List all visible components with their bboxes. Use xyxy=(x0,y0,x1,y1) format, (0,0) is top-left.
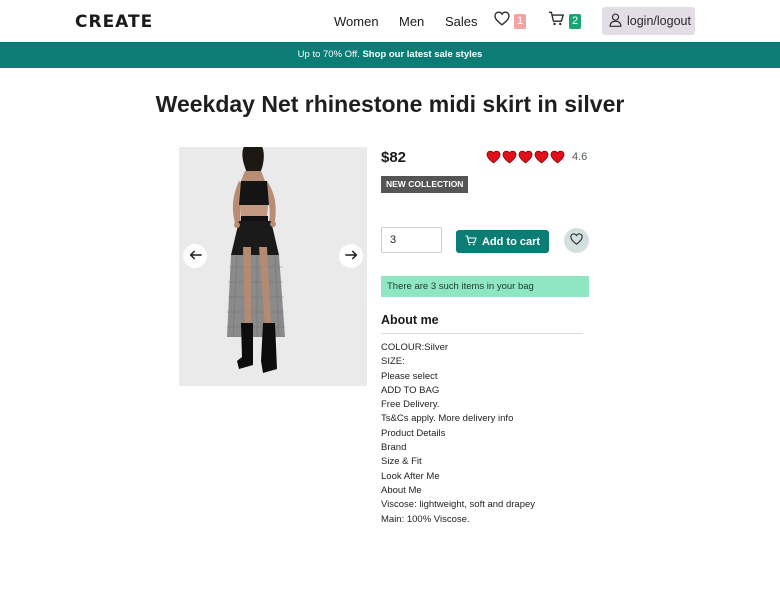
heart-icon xyxy=(494,11,510,31)
heart-icon xyxy=(570,232,583,250)
about-line: Main: 100% Viscose. xyxy=(381,513,470,525)
add-to-cart-button[interactable]: Add to cart xyxy=(456,230,549,253)
promo-text: Up to 70% Off. xyxy=(297,49,360,60)
cart-button[interactable]: 2 xyxy=(548,11,581,31)
login-label: login/logout xyxy=(627,14,691,28)
about-divider xyxy=(381,333,583,334)
about-line: SIZE: xyxy=(381,356,405,368)
rating-value: 4.6 xyxy=(572,151,588,163)
about-line: About Me xyxy=(381,484,422,496)
about-line: Free Delivery. xyxy=(381,399,440,411)
collection-badge: NEW COLLECTION xyxy=(381,176,469,193)
site-header: CREATE Women Men Sales 1 2 login/logout xyxy=(0,0,780,42)
promo-banner: Up to 70% Off. Shop our latest sale styl… xyxy=(0,42,780,68)
rating-heart-icon xyxy=(550,150,566,169)
about-line: ADD TO BAG xyxy=(381,384,440,396)
about-line: Viscose: lightweight, soft and drapey xyxy=(381,499,536,511)
about-heading: About me xyxy=(381,313,439,327)
cart-icon xyxy=(548,11,565,31)
rating-heart-icon xyxy=(486,150,502,169)
wishlist-count-badge: 1 xyxy=(514,13,526,29)
about-line: Look After Me xyxy=(381,470,440,482)
rating-heart-icon xyxy=(534,150,550,169)
nav-sales[interactable]: Sales xyxy=(445,14,478,29)
logo[interactable]: CREATE xyxy=(75,12,153,32)
cart-count-badge: 2 xyxy=(569,13,581,29)
about-line: COLOUR:Silver xyxy=(381,342,449,353)
product-image-carousel xyxy=(179,147,367,386)
login-logout-button[interactable]: login/logout xyxy=(602,7,695,35)
carousel-next-button[interactable] xyxy=(339,244,363,268)
about-line: Ts&Cs apply. More delivery info xyxy=(381,413,514,425)
rating-hearts xyxy=(486,150,566,169)
promo-link[interactable]: Shop our latest sale styles xyxy=(362,49,482,60)
nav-women[interactable]: Women xyxy=(334,14,379,29)
about-line: Product Details xyxy=(381,427,446,439)
about-line: Please select xyxy=(381,370,438,382)
cart-icon xyxy=(465,234,482,249)
product-image xyxy=(179,147,367,386)
quantity-input[interactable] xyxy=(381,227,442,253)
about-line: Brand xyxy=(381,442,407,454)
favorite-button[interactable] xyxy=(564,228,589,253)
about-details-list: COLOUR:Silver SIZE: Please select ADD TO BA… xyxy=(381,341,535,527)
rating-heart-icon xyxy=(518,150,534,169)
nav-men[interactable]: Men xyxy=(399,14,424,29)
product-title: Weekday Net rhinestone midi skirt in sil… xyxy=(155,91,625,117)
carousel-prev-button[interactable] xyxy=(183,244,207,268)
product-price: $82 xyxy=(381,149,407,166)
bag-quantity-notice: There are 3 such items in your bag xyxy=(381,276,589,297)
about-line: Size & Fit xyxy=(381,456,422,468)
arrow-left-icon xyxy=(189,247,202,265)
user-icon xyxy=(609,13,627,30)
wishlist-button[interactable]: 1 xyxy=(494,11,526,31)
arrow-right-icon xyxy=(344,247,358,265)
rating-heart-icon xyxy=(502,150,518,169)
add-to-cart-label: Add to cart xyxy=(481,235,541,248)
